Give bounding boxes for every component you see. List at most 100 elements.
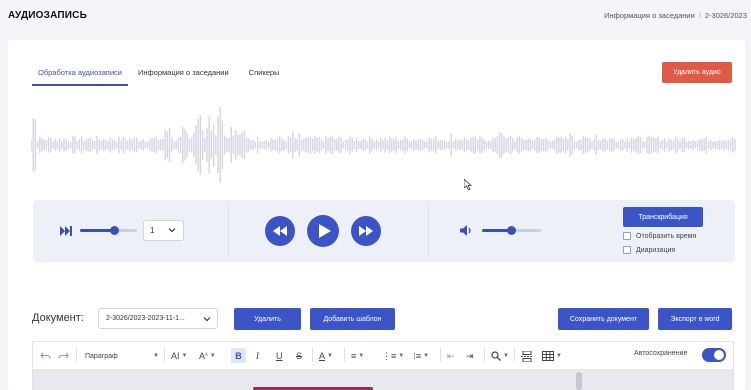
search-icon	[491, 351, 501, 361]
divider	[228, 206, 229, 256]
outdent-icon: ⇤	[447, 350, 455, 361]
chevron-down-icon: ▼	[358, 353, 365, 359]
export-word-button[interactable]: Экспорт в word	[658, 308, 732, 330]
tab-session-info[interactable]: Информация о заседании	[138, 66, 229, 86]
diarization-option[interactable]: Диаризация	[623, 245, 675, 255]
find-replace-select[interactable]: ▼	[491, 350, 509, 362]
add-template-button[interactable]: Добавить шаблон	[310, 308, 395, 330]
divider	[76, 348, 77, 362]
font-style-select[interactable]: Aᴬ ▼	[199, 350, 216, 362]
divider	[312, 348, 313, 362]
show-time-label: Отобразить время	[636, 232, 697, 240]
rewind-button[interactable]	[265, 216, 295, 246]
font-size-select[interactable]: AI ▼	[171, 350, 187, 362]
numbered-list-select[interactable]: ⋮≡ ▼	[382, 350, 404, 362]
breadcrumb: Информация о заседании/2-3026/2023	[604, 11, 747, 20]
volume-icon[interactable]	[460, 225, 473, 236]
chevron-down-icon: ▼	[423, 353, 430, 359]
outdent-button[interactable]: ⇤	[447, 350, 455, 362]
chevron-down-icon: ▼	[181, 353, 188, 359]
playback-speed-slider[interactable]	[80, 226, 137, 235]
divider	[428, 206, 429, 256]
text-color-select[interactable]: A ▼	[319, 350, 333, 362]
bullet-list-icon: ⁝≡	[413, 350, 422, 361]
font-style-icon: ᴬ	[205, 353, 208, 359]
divider	[344, 348, 345, 362]
document-select-value: 2-3026/2023-2023-11-1...	[106, 315, 185, 322]
font-size-icon: AI	[171, 351, 180, 361]
chevron-down-icon: ▼	[398, 353, 405, 359]
align-select[interactable]: ≡ ▼	[351, 350, 364, 362]
align-left-icon: ≡	[351, 351, 357, 361]
paragraph-style-label: Параграф	[85, 352, 118, 360]
redo-icon[interactable]	[58, 350, 69, 362]
tab-speakers[interactable]: Спикеры	[249, 66, 280, 86]
breadcrumb-item[interactable]: Информация о заседании	[604, 11, 695, 20]
indent-icon: ⇥	[466, 350, 474, 361]
autosave-toggle[interactable]	[702, 348, 726, 362]
bold-icon: B	[235, 350, 242, 361]
volume-slider[interactable]	[482, 226, 541, 235]
slider-knob[interactable]	[109, 226, 119, 235]
bullet-list-select[interactable]: ⁝≡ ▼	[413, 350, 429, 362]
chevron-down-icon: ▼	[503, 353, 509, 359]
italic-button[interactable]: I	[256, 350, 259, 362]
divider	[440, 348, 441, 362]
page-break-icon	[521, 350, 533, 362]
fast-forward-button[interactable]	[351, 216, 381, 246]
undo-icon[interactable]	[40, 350, 51, 362]
mouse-cursor-icon	[464, 179, 472, 190]
chevron-down-icon: ▼	[209, 353, 216, 359]
bold-button[interactable]: B	[231, 348, 246, 363]
page-break-button[interactable]	[521, 350, 533, 362]
paragraph-style-select[interactable]: Параграф ▼	[85, 350, 159, 362]
divider	[484, 348, 485, 362]
toggle-knob	[714, 350, 724, 360]
chevron-down-icon	[203, 317, 211, 322]
editor-content-area[interactable]	[32, 369, 734, 390]
table-icon	[542, 351, 554, 361]
breadcrumb-separator: /	[698, 11, 701, 20]
autosave-label: Автосохранение	[634, 350, 688, 357]
slider-knob[interactable]	[507, 226, 516, 235]
skip-to-end-icon[interactable]	[60, 226, 72, 236]
chevron-down-icon: ▼	[327, 353, 333, 359]
divider	[164, 348, 165, 362]
text-color-icon: A	[319, 351, 326, 361]
underline-button[interactable]: U	[276, 350, 283, 362]
chevron-down-icon	[168, 228, 176, 233]
speed-select[interactable]: 1	[143, 220, 184, 241]
table-select[interactable]: ▼	[542, 350, 562, 362]
divider	[514, 348, 515, 362]
chevron-down-icon: ▼	[153, 353, 159, 359]
numbered-list-icon: ⋮≡	[382, 350, 397, 361]
show-time-checkbox[interactable]	[623, 232, 631, 240]
italic-icon: I	[256, 351, 259, 361]
show-time-option[interactable]: Отобразить время	[623, 231, 696, 241]
tab-audio-processing[interactable]: Обработка аудиозаписи	[32, 66, 128, 86]
document-label: Документ:	[32, 312, 84, 324]
diarization-label: Диаризация	[636, 246, 676, 254]
chevron-down-icon: ▼	[556, 353, 562, 359]
indent-button[interactable]: ⇥	[466, 350, 474, 362]
top-bar: АУДИОЗАПИСЬ Информация о заседании/2-302…	[0, 0, 751, 34]
delete-audio-button[interactable]: Удалить аудио	[662, 62, 732, 83]
fast-forward-icon	[359, 226, 373, 236]
breadcrumb-item: 2-3026/2023	[704, 11, 747, 20]
play-button[interactable]	[307, 215, 339, 247]
rewind-icon	[273, 226, 287, 236]
document-select[interactable]: 2-3026/2023-2023-11-1...	[98, 308, 218, 329]
save-document-button[interactable]: Сохранить документ	[558, 308, 649, 330]
tab-bar: Обработка аудиозаписи Информация о засед…	[32, 66, 299, 86]
audio-waveform[interactable]	[31, 104, 736, 186]
delete-document-button[interactable]: Удалить	[234, 308, 301, 330]
diarization-checkbox[interactable]	[623, 246, 631, 254]
strikethrough-button[interactable]: S	[296, 350, 302, 362]
editor-scrollbar[interactable]	[576, 372, 582, 390]
play-icon	[318, 224, 331, 238]
transcribe-button[interactable]: Транскрибация	[623, 207, 703, 227]
strikethrough-icon: S	[296, 351, 303, 361]
underline-icon: U	[276, 351, 283, 361]
page-title: АУДИОЗАПИСЬ	[8, 10, 87, 21]
speed-value: 1	[150, 226, 155, 235]
